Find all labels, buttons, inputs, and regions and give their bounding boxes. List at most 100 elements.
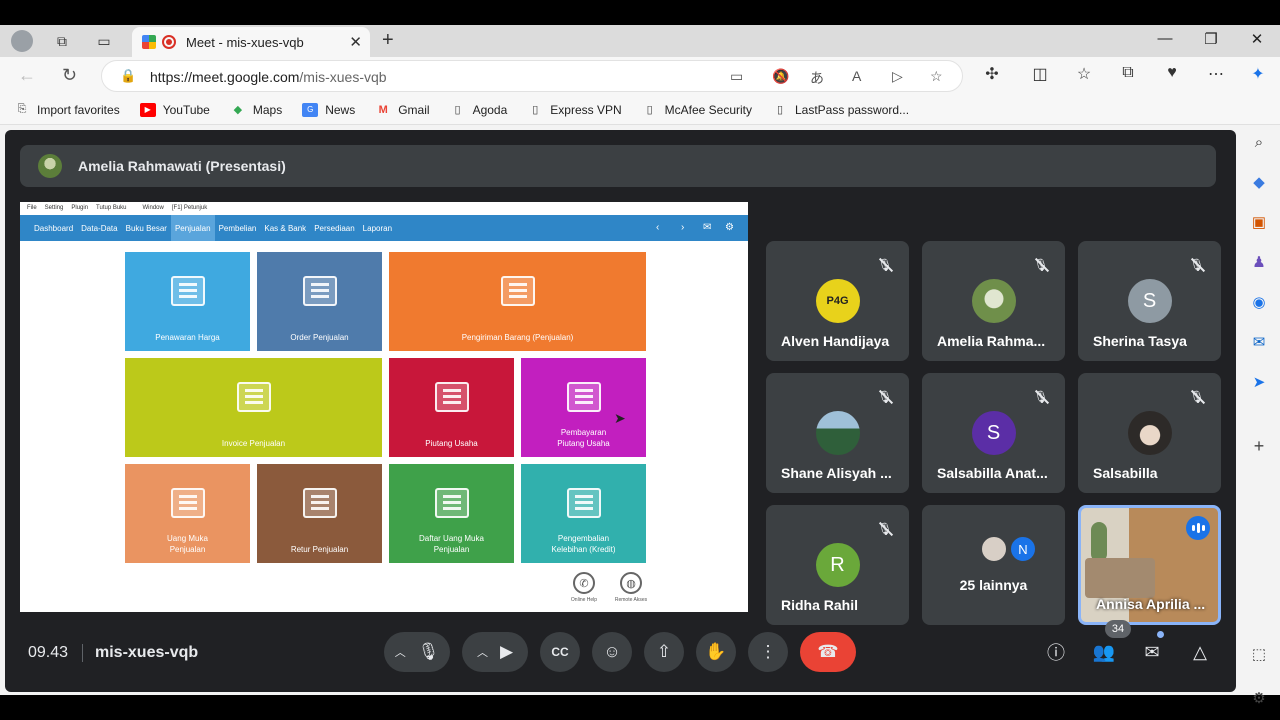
- browser-essentials-icon[interactable]: ♥: [1161, 64, 1183, 82]
- browser-window: ⧉ ▭ Meet - mis-xues-vqb ✕ + — ❐ ✕ ← ↻ 🔒 …: [0, 25, 1280, 707]
- app-nav-item: Dashboard: [34, 223, 74, 233]
- microsoft365-icon[interactable]: ◉: [1248, 291, 1270, 313]
- gmail-icon: M: [378, 103, 388, 116]
- translate-icon[interactable]: あ: [810, 68, 824, 88]
- bookmark-youtube[interactable]: ▶ YouTube: [139, 102, 210, 117]
- extensions-icon[interactable]: ✣: [981, 64, 1003, 84]
- chat-button[interactable]: ✉: [1135, 635, 1169, 669]
- remote-akses: ◍ Remote Akses: [611, 572, 651, 603]
- raise-hand-button[interactable]: ✋: [696, 632, 736, 672]
- camera-button[interactable]: ︿ ▶: [462, 632, 528, 672]
- chevron-up-icon[interactable]: ︿: [395, 644, 406, 660]
- present-button[interactable]: ⇧: [644, 632, 684, 672]
- edge-sidebar: ⌕ ◆ ▣ ♟ ◉ ✉ ➤ + ⬚ ⚙: [1240, 125, 1280, 707]
- window-close-icon[interactable]: ✕: [1242, 30, 1272, 48]
- chevron-up-icon[interactable]: ︿: [477, 644, 488, 660]
- news-icon: G: [302, 102, 319, 117]
- copilot-icon[interactable]: ✦: [1247, 64, 1269, 84]
- globe-icon: ◍: [620, 572, 642, 594]
- mic-button[interactable]: ︿ 🎙: [384, 632, 450, 672]
- hand-icon: ✋: [705, 642, 727, 661]
- participant-tile[interactable]: 🎙 S Salsabilla Anat...: [922, 373, 1065, 493]
- others-tile[interactable]: N 25 lainnya: [922, 505, 1065, 625]
- refresh-icon[interactable]: ↻: [62, 65, 77, 86]
- participant-tile[interactable]: 🎙 Amelia Rahma...: [922, 241, 1065, 361]
- tools-icon[interactable]: ▣: [1248, 211, 1270, 233]
- games-icon[interactable]: ♟: [1248, 251, 1270, 273]
- navigation-bar: ← ↻ 🔒 https://meet.google.com/mis-xues-v…: [0, 57, 1280, 95]
- close-tab-icon[interactable]: ✕: [349, 33, 362, 51]
- bookmark-lastpass[interactable]: ▯ LastPass password...: [772, 103, 909, 117]
- microphone-icon: 🎙: [417, 642, 440, 661]
- activities-button[interactable]: △: [1183, 635, 1217, 669]
- back-icon[interactable]: ←: [18, 65, 36, 86]
- meeting-info-button[interactable]: ⓘ: [1039, 635, 1073, 669]
- participant-tile[interactable]: 🎙 Shane Alisyah ...: [766, 373, 909, 493]
- bookmark-import-favorites[interactable]: ⎘ Import favorites: [14, 103, 120, 117]
- vertical-tabs-icon[interactable]: ▭: [92, 30, 116, 52]
- add-icon[interactable]: +: [1248, 435, 1270, 457]
- tile-order-penjualan: Order Penjualan: [257, 252, 382, 351]
- maps-icon: ◆: [233, 104, 243, 116]
- workspaces-icon[interactable]: ⧉: [50, 30, 74, 52]
- search-icon[interactable]: ⌕: [1248, 131, 1270, 153]
- tab-strip: ⧉ ▭ Meet - mis-xues-vqb ✕ + — ❐ ✕: [0, 25, 1280, 57]
- bookmark-maps[interactable]: ◆ Maps: [230, 103, 283, 117]
- notifications-off-icon[interactable]: 🔕: [772, 68, 789, 85]
- people-button[interactable]: 👥: [1087, 635, 1121, 669]
- minimize-icon[interactable]: —: [1150, 30, 1180, 47]
- tile-invoice-penjualan: Invoice Penjualan: [125, 358, 382, 457]
- camera-icon[interactable]: ▭: [730, 68, 743, 85]
- presenter-avatar: [38, 154, 62, 178]
- favorites-icon[interactable]: ☆: [1073, 64, 1095, 84]
- read-aloud-icon[interactable]: A: [852, 68, 861, 84]
- screenshot-icon[interactable]: ⬚: [1248, 643, 1270, 665]
- bookmark-express-vpn[interactable]: ▯ Express VPN: [527, 103, 621, 117]
- chat-icon: ✉: [1144, 641, 1160, 662]
- people-icon: 👥: [1092, 641, 1116, 662]
- speaking-indicator-icon: [1186, 516, 1210, 540]
- participant-tile[interactable]: 🎙 P4G Alven Handijaya: [766, 241, 909, 361]
- leave-call-button[interactable]: ☎: [800, 632, 856, 672]
- address-bar[interactable]: 🔒 https://meet.google.com/mis-xues-vqb ▭…: [101, 60, 963, 92]
- tab-meet[interactable]: Meet - mis-xues-vqb ✕: [132, 27, 370, 57]
- participant-tile[interactable]: 🎙 Salsabilla: [1078, 373, 1221, 493]
- participant-tile[interactable]: 🎙 R Ridha Rahil: [766, 505, 909, 625]
- collections-icon[interactable]: ⧉: [1117, 64, 1139, 82]
- document-icon: [302, 275, 337, 306]
- bookmark-gmail[interactable]: M Gmail: [375, 103, 430, 117]
- restore-icon[interactable]: ❐: [1196, 30, 1226, 48]
- bookmark-mcafee[interactable]: ▯ McAfee Security: [642, 103, 752, 117]
- captions-button[interactable]: CC: [540, 632, 580, 672]
- invoice-icon: [236, 381, 271, 412]
- document-icon: [170, 275, 205, 306]
- mic-muted-icon: 🎙: [1189, 258, 1205, 272]
- mic-muted-icon: 🎙: [1033, 258, 1049, 272]
- app-menu-item: Setting: [44, 205, 64, 211]
- profile-icon[interactable]: [10, 30, 34, 52]
- participant-video-tile[interactable]: Annisa Aprilia ...: [1078, 505, 1221, 625]
- participant-tile[interactable]: 🎙 S Sherina Tasya: [1078, 241, 1221, 361]
- new-tab-icon[interactable]: +: [382, 29, 394, 52]
- bookmark-agoda[interactable]: ▯ Agoda: [450, 103, 508, 117]
- split-screen-icon[interactable]: ◫: [1029, 64, 1051, 84]
- app-mail-icon: ✉: [703, 222, 712, 233]
- app-icon[interactable]: ▷: [892, 68, 903, 85]
- video-plant: [1091, 522, 1107, 562]
- send-icon[interactable]: ➤: [1248, 371, 1270, 393]
- app-menu-item: File: [27, 205, 37, 211]
- presenter-label: Amelia Rahmawati (Presentasi): [78, 158, 286, 174]
- tile-daftar-uang-muka: Daftar Uang Muka Penjualan: [389, 464, 514, 563]
- avatar: P4G: [815, 279, 860, 323]
- avatar: [815, 411, 860, 455]
- more-options-button[interactable]: ⋮: [748, 632, 788, 672]
- settings-gear-icon[interactable]: ⚙: [1248, 687, 1270, 709]
- outlook-icon[interactable]: ✉: [1248, 331, 1270, 353]
- more-menu-icon[interactable]: ⋯: [1205, 64, 1227, 84]
- app-nav-item-active: Penjualan: [170, 215, 215, 241]
- shopping-icon[interactable]: ◆: [1248, 171, 1270, 193]
- refund-icon: [566, 487, 601, 518]
- bookmark-news[interactable]: G News: [302, 102, 355, 117]
- favorite-star-icon[interactable]: ☆: [930, 68, 943, 85]
- reactions-button[interactable]: ☺: [592, 632, 632, 672]
